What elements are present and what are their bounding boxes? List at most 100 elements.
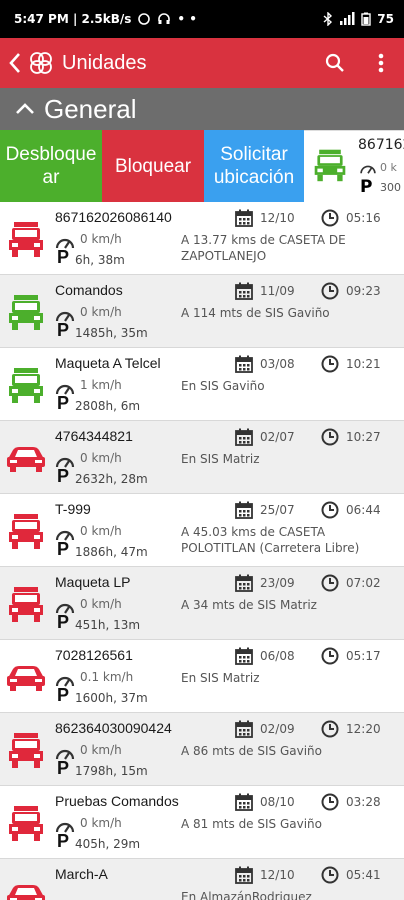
truck-icon bbox=[6, 804, 46, 842]
car-icon bbox=[6, 658, 46, 696]
preview-parked: 300 bbox=[380, 181, 401, 194]
clock-icon bbox=[321, 355, 339, 373]
unit-name: 867162026086140 bbox=[55, 209, 172, 225]
battery-icon bbox=[361, 12, 371, 26]
more-notifications-icon: • • bbox=[177, 12, 197, 26]
parking-icon: P bbox=[360, 177, 373, 197]
unit-speed: 0 km/h bbox=[80, 451, 122, 465]
unit-date: 02/09 bbox=[260, 722, 295, 736]
calendar-icon bbox=[235, 209, 253, 227]
unit-time: 07:02 bbox=[346, 576, 381, 590]
truck-icon bbox=[6, 220, 46, 258]
car-icon bbox=[6, 439, 46, 477]
unit-time: 10:21 bbox=[346, 357, 381, 371]
block-button[interactable]: Bloquear bbox=[102, 130, 204, 202]
unit-time: 06:44 bbox=[346, 503, 381, 517]
unit-row[interactable]: T-999 0 km/h P 1886h, 47m 25/07 06:44 A 45.03 … bbox=[0, 494, 404, 567]
unit-speed: 0 km/h bbox=[80, 597, 122, 611]
calendar-icon bbox=[235, 793, 253, 811]
unit-row[interactable]: Comandos 0 km/h P 1485h, 35m 11/09 09:23 A 114… bbox=[0, 275, 404, 348]
chevron-up-icon bbox=[16, 103, 34, 114]
calendar-icon bbox=[235, 574, 253, 592]
parking-icon: P bbox=[57, 685, 70, 705]
clock-icon bbox=[321, 501, 339, 519]
block-label: Bloquear bbox=[114, 155, 192, 177]
unit-time: 09:23 bbox=[346, 284, 381, 298]
unit-row[interactable]: 867162026086140 0 km/h P 6h, 38m 12/10 05:16 A… bbox=[0, 202, 404, 275]
unit-name: 862364030090424 bbox=[55, 720, 172, 736]
unit-parked-time: 451h, 13m bbox=[75, 618, 141, 632]
unlock-button[interactable]: Desbloque ar bbox=[0, 130, 102, 202]
back-button[interactable] bbox=[4, 38, 26, 88]
unit-row[interactable]: Maqueta LP 0 km/h P 451h, 13m 23/09 07:02 A 34… bbox=[0, 567, 404, 640]
parking-icon: P bbox=[57, 466, 70, 486]
clock-icon bbox=[321, 647, 339, 665]
unit-row[interactable]: March-A 12/10 05:41 En AlmazánRodriguez bbox=[0, 859, 404, 900]
app-bar: Unidades bbox=[0, 38, 404, 88]
calendar-icon bbox=[235, 501, 253, 519]
unit-speed: 1 km/h bbox=[80, 378, 122, 392]
unit-name: Maqueta A Telcel bbox=[55, 355, 161, 371]
unit-name: 4764344821 bbox=[55, 428, 133, 444]
unit-speed: 0 km/h bbox=[80, 816, 122, 830]
unit-date: 25/07 bbox=[260, 503, 295, 517]
signal-icon bbox=[340, 12, 355, 25]
status-time: 5:47 PM | 2.5kB/s bbox=[14, 12, 132, 26]
unit-time: 05:17 bbox=[346, 649, 381, 663]
unit-date: 11/09 bbox=[260, 284, 295, 298]
bluetooth-icon bbox=[323, 12, 333, 26]
unit-row[interactable]: Maqueta A Telcel 1 km/h P 2808h, 6m 03/08 10:… bbox=[0, 348, 404, 421]
unit-date: 12/10 bbox=[260, 211, 295, 225]
status-bar: 5:47 PM | 2.5kB/s • • 75 bbox=[0, 0, 404, 38]
headset-icon bbox=[158, 13, 171, 24]
unit-parked-time: 2808h, 6m bbox=[75, 399, 141, 413]
swipe-actions-row: Desbloque ar Bloquear Solicitar ubicació… bbox=[0, 130, 404, 202]
page-title: Unidades bbox=[62, 51, 147, 74]
unit-row[interactable]: 4764344821 0 km/h P 2632h, 28m 02/07 10:27 En … bbox=[0, 421, 404, 494]
clock-icon bbox=[321, 282, 339, 300]
truck-icon bbox=[314, 149, 346, 182]
unit-speed: 0 km/h bbox=[80, 524, 122, 538]
parking-icon: P bbox=[57, 612, 70, 632]
unit-speed: 0 km/h bbox=[80, 232, 122, 246]
unit-name: T-999 bbox=[55, 501, 91, 517]
unit-parked-time: 1485h, 35m bbox=[75, 326, 148, 340]
unit-parked-time: 2632h, 28m bbox=[75, 472, 148, 486]
notification-icon bbox=[138, 13, 151, 25]
unit-speed: 0 km/h bbox=[80, 305, 122, 319]
unit-name: March-A bbox=[55, 866, 108, 882]
unit-location: En SIS Matriz bbox=[181, 452, 260, 466]
truck-icon bbox=[6, 512, 46, 550]
unit-date: 02/07 bbox=[260, 430, 295, 444]
overflow-menu-button[interactable] bbox=[358, 38, 404, 88]
unit-date: 23/09 bbox=[260, 576, 295, 590]
calendar-icon bbox=[235, 282, 253, 300]
unit-name: Pruebas Comandos bbox=[55, 793, 179, 809]
unit-time: 05:16 bbox=[346, 211, 381, 225]
unit-time: 03:28 bbox=[346, 795, 381, 809]
overflow-menu-icon bbox=[378, 53, 384, 73]
calendar-icon bbox=[235, 720, 253, 738]
parking-icon: P bbox=[57, 539, 70, 559]
unit-location: A 45.03 kms de CASETA POLOTITLAN (Carret… bbox=[181, 525, 360, 555]
search-button[interactable] bbox=[312, 38, 358, 88]
unit-location: A 13.77 kms de CASETA DE ZAPOTLANEJO bbox=[181, 233, 346, 263]
unit-parked-time: 6h, 38m bbox=[75, 253, 125, 267]
swiped-unit-preview[interactable]: 8671620 0 k P 300 bbox=[304, 130, 404, 202]
unit-location: En SIS Gaviño bbox=[181, 379, 265, 393]
calendar-icon bbox=[235, 428, 253, 446]
unit-parked-time: 1886h, 47m bbox=[75, 545, 148, 559]
unit-row[interactable]: 7028126561 0.1 km/h P 1600h, 37m 06/08 05:17 E… bbox=[0, 640, 404, 713]
unit-location: A 34 mts de SIS Matriz bbox=[181, 598, 317, 612]
truck-icon bbox=[6, 366, 46, 404]
unit-date: 12/10 bbox=[260, 868, 295, 882]
back-arrow-icon bbox=[9, 53, 20, 73]
unit-date: 08/10 bbox=[260, 795, 295, 809]
unit-row[interactable]: 862364030090424 0 km/h P 1798h, 15m 02/09 12:… bbox=[0, 713, 404, 786]
unit-parked-time: 1600h, 37m bbox=[75, 691, 148, 705]
unit-row[interactable]: Pruebas Comandos 0 km/h P 405h, 29m 08/10 03:… bbox=[0, 786, 404, 859]
request-location-button[interactable]: Solicitar ubicación bbox=[204, 130, 304, 202]
group-header[interactable]: General bbox=[0, 88, 404, 130]
unit-speed: 0 km/h bbox=[80, 743, 122, 757]
unit-name: 7028126561 bbox=[55, 647, 133, 663]
